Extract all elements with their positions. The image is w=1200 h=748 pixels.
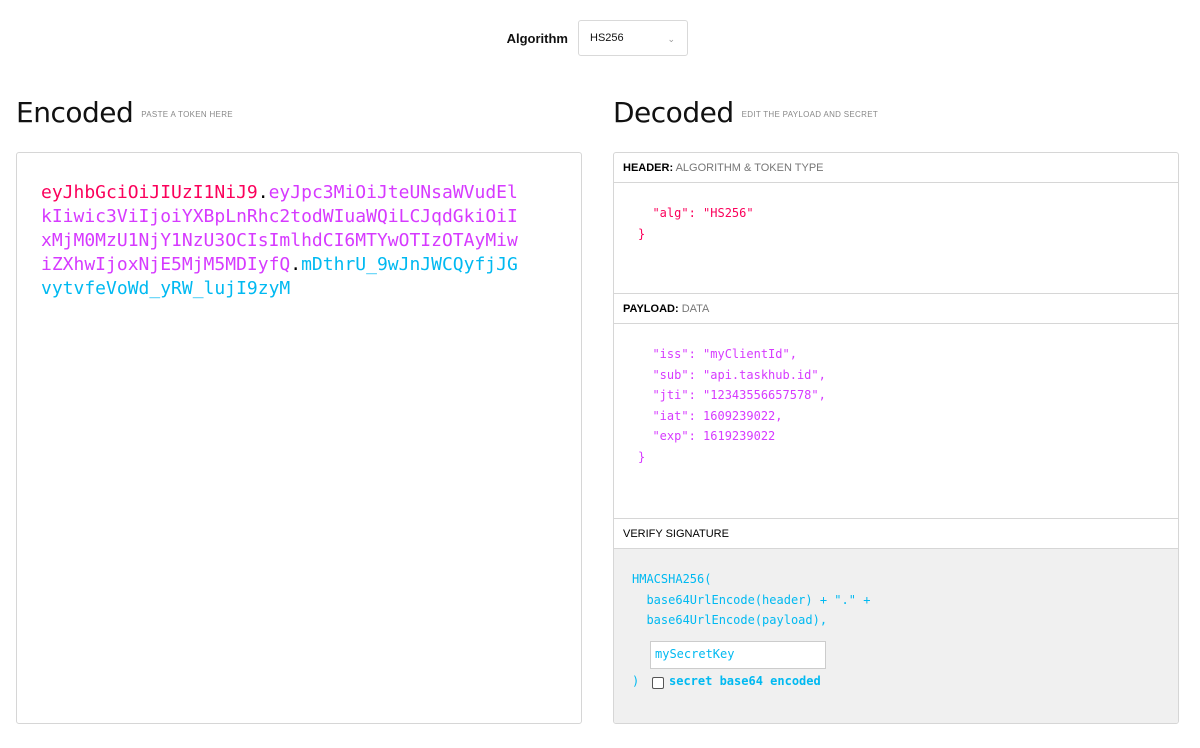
encoded-token-editor[interactable]: eyJhbGciOiJIUzI1NiJ9.eyJpc3MiOiJteUNsaWV… (16, 152, 582, 724)
payload-json[interactable]: "iss": "myClientId", "sub": "api.taskhub… (638, 344, 826, 467)
secret-input[interactable]: mySecretKey (650, 641, 826, 669)
encoded-token[interactable]: eyJhbGciOiJIUzI1NiJ9.eyJpc3MiOiJteUNsaWV… (41, 181, 521, 301)
token-dot: . (290, 254, 302, 275)
decoded-title: Decoded (613, 96, 734, 129)
header-section-sublabel: ALGORITHM & TOKEN TYPE (675, 162, 824, 174)
chevron-down-icon: ⌄ (667, 34, 675, 44)
payload-section-label: PAYLOAD: (623, 303, 679, 315)
algorithm-value: HS256 (590, 32, 624, 44)
verify-code: HMACSHA256( base64UrlEncode(header) + ".… (632, 572, 871, 627)
header-json[interactable]: "alg": "HS256" } (638, 203, 754, 244)
decoded-panel: HEADER: ALGORITHM & TOKEN TYPE "alg": "H… (613, 152, 1179, 724)
encoded-heading: Encoded PASTE A TOKEN HERE (16, 96, 233, 129)
verify-section-title: VERIFY SIGNATURE (614, 519, 1178, 549)
secret-base64-label[interactable]: secret base64 encoded (669, 674, 821, 688)
encoded-title: Encoded (16, 96, 134, 129)
decoded-heading: Decoded EDIT THE PAYLOAD AND SECRET (613, 96, 878, 129)
token-header-part: eyJhbGciOiJIUzI1NiJ9 (41, 182, 258, 203)
verify-close-paren: ) (632, 674, 640, 688)
verify-signature-body: HMACSHA256( base64UrlEncode(header) + ".… (614, 549, 1178, 723)
token-dot: . (257, 182, 269, 203)
payload-section-title: PAYLOAD: DATA (614, 294, 1178, 324)
secret-base64-checkbox[interactable] (652, 677, 664, 689)
verify-section-label: VERIFY SIGNATURE (623, 528, 729, 540)
encoded-subtitle: PASTE A TOKEN HERE (141, 109, 233, 119)
decoded-subtitle: EDIT THE PAYLOAD AND SECRET (741, 109, 879, 119)
header-section-title: HEADER: ALGORITHM & TOKEN TYPE (614, 153, 1178, 183)
payload-editor[interactable]: "iss": "myClientId", "sub": "api.taskhub… (614, 324, 1178, 519)
payload-section-sublabel: DATA (681, 303, 710, 315)
algorithm-row: Algorithm HS256 ⌄ (0, 20, 1200, 58)
algorithm-select[interactable]: HS256 ⌄ (578, 20, 688, 56)
header-section-label: HEADER: (623, 162, 674, 174)
algorithm-label: Algorithm (506, 31, 568, 46)
header-editor[interactable]: "alg": "HS256" } (614, 183, 1178, 294)
